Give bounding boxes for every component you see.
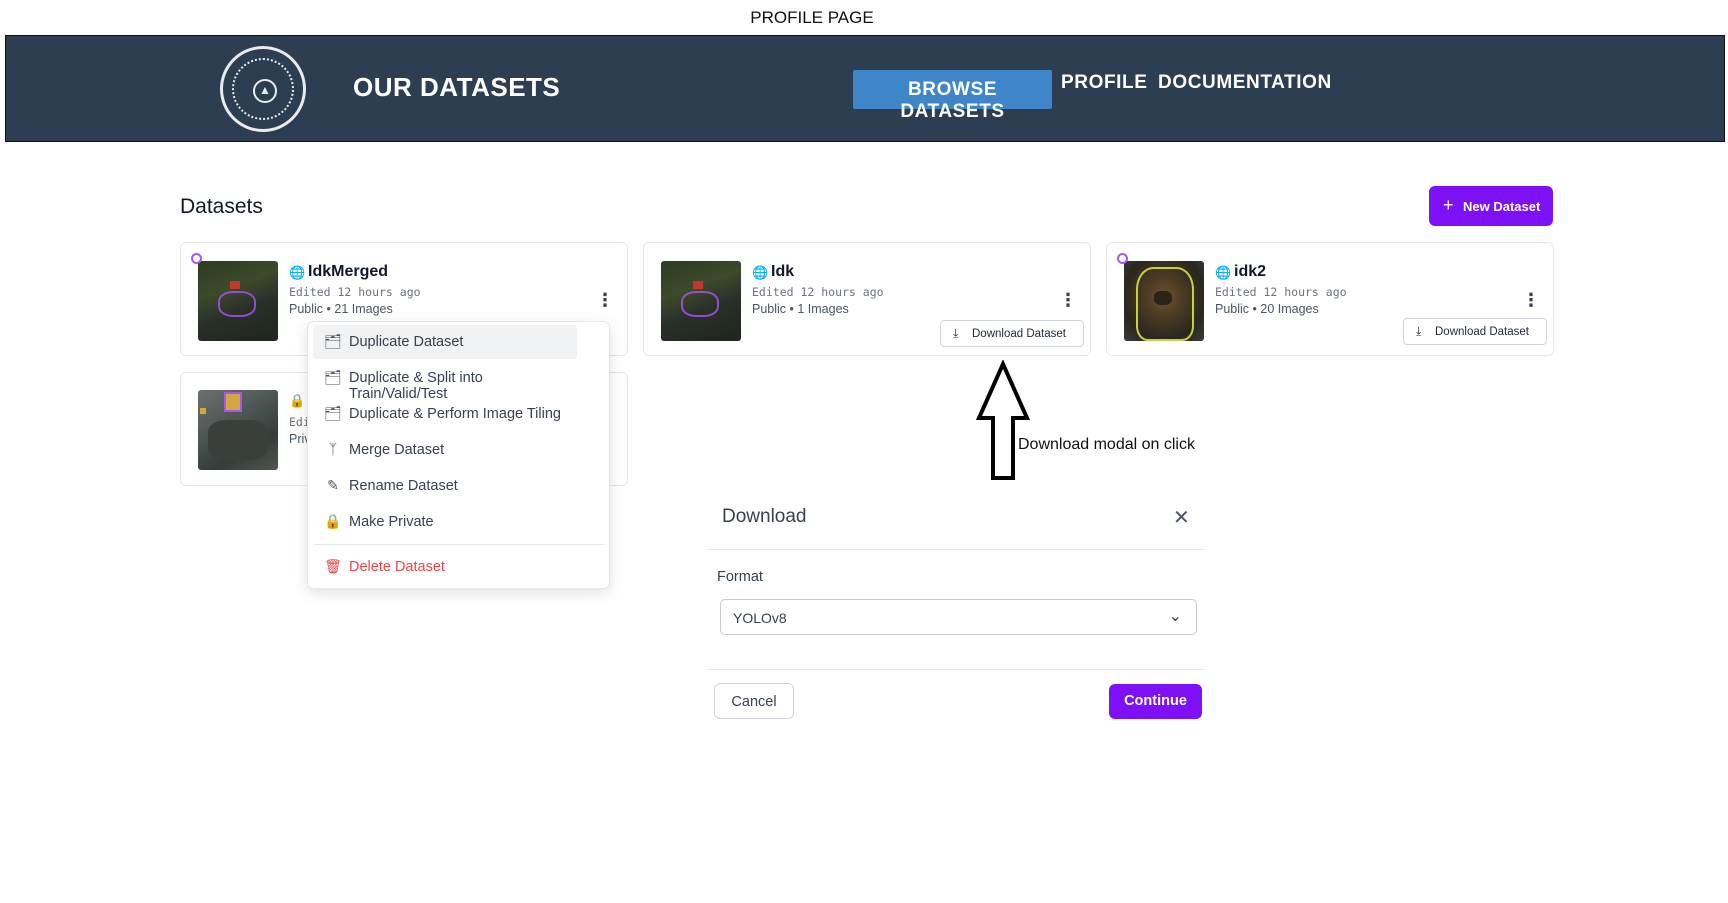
download-icon: ⤓ (1416, 324, 1422, 338)
dataset-title[interactable]: Idk (771, 263, 794, 281)
menu-divider (314, 544, 604, 545)
format-select[interactable]: YOLOv8 ⌄ (720, 599, 1197, 635)
menu-item-duplicate-split[interactable]: 🗂 Duplicate & Split into Train/Valid/Tes… (313, 361, 577, 402)
menu-item-label: Rename Dataset (349, 478, 458, 494)
dataset-thumbnail (198, 390, 278, 470)
nav-documentation[interactable]: DOCUMENTATION (1158, 72, 1332, 94)
plus-icon: + (1443, 195, 1454, 215)
git-merge-icon: ᛉ (328, 441, 338, 457)
nav-browse-datasets[interactable]: BROWSE DATASETS (853, 70, 1052, 122)
globe-icon: 🌐 (1215, 265, 1232, 280)
menu-item-label: Make Private (349, 514, 434, 530)
dataset-edited: Edited 12 hours ago (752, 285, 884, 299)
dataset-edited: Edited 12 hours ago (289, 285, 421, 299)
more-options-icon[interactable]: ⋮ (1522, 291, 1540, 309)
dataset-edited: Edited 12 hours ago (1215, 285, 1347, 299)
menu-item-rename[interactable]: ✎ Rename Dataset (313, 469, 577, 503)
download-dataset-label: Download Dataset (972, 328, 1066, 340)
menu-item-delete[interactable]: 🗑 Delete Dataset (313, 550, 577, 584)
dataset-meta: Public • 1 Images (752, 302, 849, 316)
dataset-title[interactable]: IdkMerged (308, 263, 388, 281)
download-icon: ⤓ (953, 326, 959, 340)
lock-icon: 🔒 (324, 513, 342, 529)
format-label: Format (717, 569, 763, 585)
continue-button[interactable]: Continue (1109, 684, 1202, 719)
site-logo[interactable]: ▲ (220, 46, 306, 132)
more-options-icon[interactable]: ⋮ (596, 291, 614, 309)
menu-item-label: Delete Dataset (349, 559, 445, 575)
menu-item-label: Duplicate & Perform Image Tiling (349, 406, 561, 422)
globe-icon: 🌐 (289, 265, 306, 280)
close-icon[interactable]: ✕ (1173, 505, 1190, 530)
nav-browse-datasets-label: BROWSE DATASETS (900, 79, 1005, 122)
pencil-icon: ✎ (327, 477, 339, 493)
cancel-label: Cancel (731, 694, 777, 710)
selection-indicator (191, 253, 202, 264)
modal-footer-divider (707, 669, 1205, 670)
dataset-card[interactable]: 🌐 Idk Edited 12 hours ago Public • 1 Ima… (643, 242, 1091, 356)
continue-label: Continue (1124, 693, 1187, 709)
format-select-value: YOLOv8 (733, 610, 787, 626)
dataset-options-menu: 🗂 Duplicate Dataset 🗂 Duplicate & Split … (307, 321, 610, 589)
download-dataset-button[interactable]: ⤓ Download Dataset (940, 320, 1084, 347)
page-title: Datasets (180, 195, 263, 218)
new-dataset-label: New Dataset (1463, 199, 1541, 214)
download-dataset-button[interactable]: ⤓ Download Dataset (1403, 318, 1547, 345)
modal-header-divider (707, 549, 1205, 550)
dataset-meta: Public • 21 Images (289, 302, 393, 316)
dataset-thumbnail (198, 261, 278, 341)
more-options-icon[interactable]: ⋮ (1059, 291, 1077, 309)
folders-icon: 🗂 (324, 333, 342, 349)
annotation-text: Download modal on click (1018, 436, 1195, 453)
university-seal-icon: ▲ (253, 79, 277, 103)
cancel-button[interactable]: Cancel (714, 683, 794, 719)
annotation-arrow-icon (975, 360, 1031, 480)
page-caption: PROFILE PAGE (750, 8, 874, 27)
menu-item-label: Duplicate Dataset (349, 334, 464, 350)
selection-indicator (1117, 253, 1128, 264)
folders-icon: 🗂 (324, 369, 342, 385)
dataset-meta: Public • 20 Images (1215, 302, 1319, 316)
globe-icon: 🌐 (752, 265, 769, 280)
lock-icon: 🔒 (289, 393, 306, 408)
site-title[interactable]: OUR DATASETS (353, 72, 560, 103)
new-dataset-button[interactable]: + New Dataset (1429, 186, 1553, 226)
menu-item-duplicate-tiling[interactable]: 🗂 Duplicate & Perform Image Tiling (313, 397, 577, 431)
menu-item-duplicate[interactable]: 🗂 Duplicate Dataset (313, 325, 577, 359)
trash-icon: 🗑 (324, 558, 342, 574)
chevron-down-icon: ⌄ (1168, 608, 1182, 625)
dataset-title[interactable]: idk2 (1234, 263, 1266, 281)
download-dataset-label: Download Dataset (1435, 326, 1529, 338)
folders-icon: 🗂 (324, 405, 342, 421)
menu-item-make-private[interactable]: 🔒 Make Private (313, 505, 577, 539)
dataset-thumbnail (1124, 261, 1204, 341)
dataset-card[interactable]: 🌐 idk2 Edited 12 hours ago Public • 20 I… (1106, 242, 1554, 356)
modal-title: Download (722, 506, 807, 527)
menu-item-label: Merge Dataset (349, 442, 445, 458)
menu-item-merge[interactable]: ᛉ Merge Dataset (313, 433, 577, 467)
nav-profile[interactable]: PROFILE (1061, 72, 1148, 94)
dataset-thumbnail (661, 261, 741, 341)
logo-ring: ▲ (232, 58, 294, 120)
